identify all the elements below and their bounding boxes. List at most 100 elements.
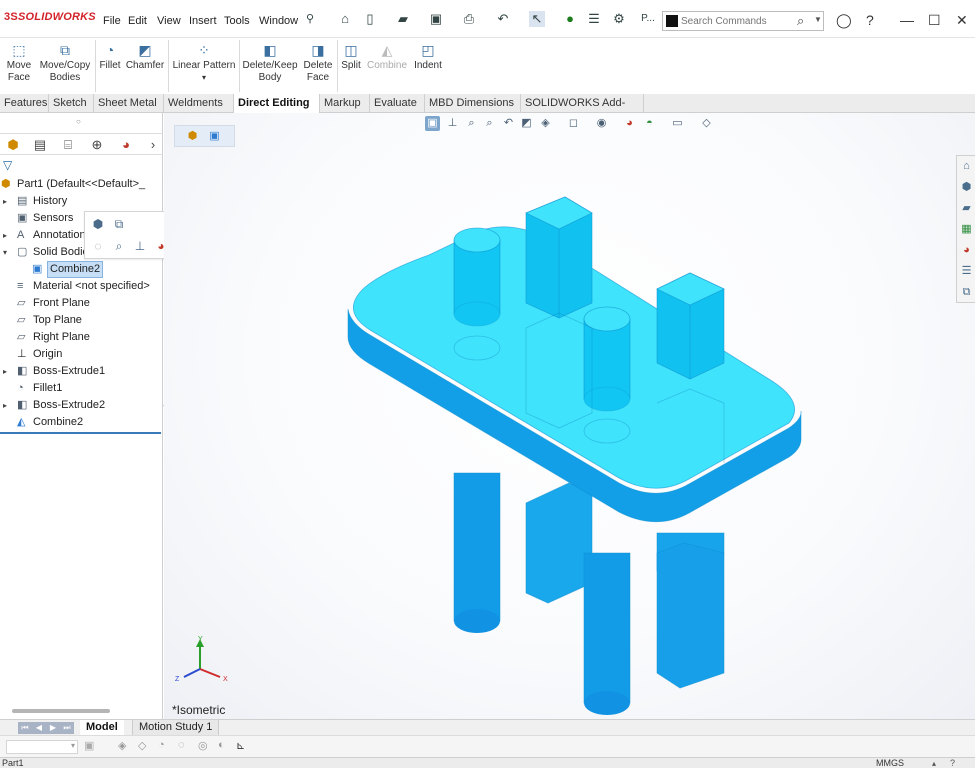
user-account-icon[interactable]: ◯ xyxy=(836,12,852,28)
tab-weldments[interactable]: Weldments xyxy=(164,94,234,113)
rollback-bar[interactable] xyxy=(0,432,161,434)
chevron-down-icon[interactable]: ▾ xyxy=(202,73,206,82)
tab-sheet-metal[interactable]: Sheet Metal xyxy=(94,94,164,113)
chevron-right-icon[interactable]: › xyxy=(142,136,164,154)
tree-item-boss-extrude2[interactable]: ▸ ◧ Boss-Extrude2 xyxy=(0,397,163,414)
home-icon[interactable]: ⌂ xyxy=(337,11,353,27)
menu-file[interactable]: File xyxy=(103,15,121,27)
chevron-down-icon[interactable]: ▼ xyxy=(814,15,822,24)
copy-body-icon[interactable]: ⧉ xyxy=(111,216,127,232)
menu-tools[interactable]: Tools xyxy=(224,15,250,27)
combine2-solid-body[interactable] xyxy=(347,196,802,715)
dimxpert-tab-icon[interactable]: ⊕ xyxy=(86,136,108,154)
open-folder-icon[interactable]: ▰ xyxy=(395,11,411,27)
sketch-trim-icon[interactable]: ◌ xyxy=(178,739,185,751)
configuration-dropdown[interactable]: ▾ xyxy=(6,740,78,754)
tree-item-history[interactable]: ▸ ▤ History xyxy=(0,193,163,210)
property-manager-tab-icon[interactable]: ▤ xyxy=(29,136,51,154)
sketch-grid-icon[interactable]: ⊾ xyxy=(236,739,245,752)
zoom-to-selection-icon[interactable]: ⌕ xyxy=(111,238,127,254)
move-face-button[interactable]: ⬚ Move Face xyxy=(4,42,34,84)
edit-body-icon[interactable]: ⬢ xyxy=(90,216,106,232)
undo-icon[interactable]: ↶ xyxy=(495,11,511,27)
solidworks-resources-icon[interactable]: ⌂ xyxy=(959,159,974,174)
combine-button[interactable]: ◭ Combine xyxy=(366,42,408,72)
rebuild-icon[interactable]: ● xyxy=(562,11,578,27)
minimize-icon[interactable]: — xyxy=(900,12,914,28)
close-icon[interactable]: ✕ xyxy=(956,12,968,28)
tab-motion-study-1[interactable]: Motion Study 1 xyxy=(132,720,220,736)
search-commands-box[interactable]: ⌕ ▼ xyxy=(662,11,824,31)
display-icon[interactable]: ▣ xyxy=(84,739,94,752)
indent-button[interactable]: ◰ Indent xyxy=(411,42,445,72)
tree-item-combine2-body[interactable]: ▣ Combine2 xyxy=(0,261,163,278)
tree-item-fillet1[interactable]: ◔ Fillet1 xyxy=(0,380,163,397)
tree-item-combine2-feature[interactable]: ◭ Combine2 xyxy=(0,414,163,431)
tree-item-front-plane[interactable]: ▱ Front Plane xyxy=(0,295,163,312)
model-viewport[interactable] xyxy=(164,113,975,719)
move-copy-bodies-button[interactable]: ⧉ Move/Copy Bodies xyxy=(37,42,93,84)
help-icon[interactable]: ? xyxy=(866,12,874,28)
expand-arrow-icon[interactable]: ▸ xyxy=(3,193,11,210)
tree-item-boss-extrude1[interactable]: ▸ ◧ Boss-Extrude1 xyxy=(0,363,163,380)
save-icon[interactable]: ▣ xyxy=(428,11,444,27)
tree-part-root[interactable]: ⬢ Part1 (Default<<Default>_ xyxy=(0,176,163,193)
print-icon[interactable]: ⎙ xyxy=(461,11,477,27)
expand-arrow-icon[interactable]: ▸ xyxy=(3,363,11,380)
horizontal-scrollbar[interactable] xyxy=(12,709,110,713)
previous-tab-icon[interactable]: ◀ xyxy=(32,722,46,734)
help-status-icon[interactable]: ? xyxy=(950,758,955,768)
tab-features[interactable]: Features xyxy=(0,94,49,113)
fillet-button[interactable]: ◔ Fillet xyxy=(97,42,123,72)
appearances-icon[interactable]: ◕ xyxy=(959,243,974,258)
tab-mbd-dimensions[interactable]: MBD Dimensions xyxy=(425,94,521,113)
first-tab-icon[interactable]: ⏮ xyxy=(18,722,32,734)
menu-window[interactable]: Window xyxy=(259,15,298,27)
custom-properties-icon[interactable]: ☰ xyxy=(959,264,974,279)
sketch-offset-icon[interactable]: ◎ xyxy=(198,739,208,752)
view-palette-icon[interactable]: ▦ xyxy=(959,222,974,237)
expand-arrow-icon[interactable]: ▸ xyxy=(3,227,11,244)
file-properties-icon[interactable]: ☰ xyxy=(586,11,602,27)
next-tab-icon[interactable]: ▶ xyxy=(46,722,60,734)
maximize-icon[interactable]: ☐ xyxy=(928,12,941,28)
linear-pattern-button[interactable]: ⁘ Linear Pattern ▾ xyxy=(171,42,237,84)
display-manager-tab-icon[interactable]: ◕ xyxy=(115,136,137,154)
last-tab-icon[interactable]: ⏭ xyxy=(60,722,74,734)
feature-tree-tab-icon[interactable]: ⬢ xyxy=(2,136,24,154)
delete-face-button[interactable]: ◨ Delete Face xyxy=(301,42,335,84)
chamfer-button[interactable]: ◩ Chamfer xyxy=(125,42,165,72)
configuration-manager-tab-icon[interactable]: ⌸ xyxy=(57,136,79,154)
search-input[interactable] xyxy=(681,14,799,28)
tab-scroll-buttons[interactable]: ⏮ ◀ ▶ ⏭ xyxy=(18,722,74,734)
graphics-area[interactable]: ⬢ ▣ ▣ ⊥ ⌕ ⌕ ↶ ◩ ◈ ◻ ◉ ◕ ◓ ▭ ◇ ▭ ▭ ▭ ✕ xyxy=(164,113,975,719)
menu-view[interactable]: View xyxy=(157,15,181,27)
quick-access-more[interactable]: P... xyxy=(638,11,658,27)
new-document-icon[interactable]: ▯ xyxy=(362,11,378,27)
forum-icon[interactable]: ⧉ xyxy=(959,285,974,300)
pin-icon[interactable]: ⚲ xyxy=(302,11,318,27)
filter-icon[interactable]: ▽ xyxy=(3,158,12,172)
tab-solidworks-add-ins[interactable]: SOLIDWORKS Add-Ins xyxy=(521,94,644,127)
options-gear-icon[interactable]: ⚙ xyxy=(611,11,627,27)
split-button[interactable]: ◫ Split xyxy=(339,42,363,72)
tree-item-material[interactable]: ≡ Material <not specified> xyxy=(0,278,163,295)
menu-edit[interactable]: Edit xyxy=(128,15,147,27)
delete-keep-body-button[interactable]: ◧ Delete/Keep Body xyxy=(242,42,298,84)
tab-evaluate[interactable]: Evaluate xyxy=(370,94,425,113)
tree-item-top-plane[interactable]: ▱ Top Plane xyxy=(0,312,163,329)
search-icon[interactable]: ⌕ xyxy=(797,13,804,29)
expand-arrow-icon[interactable]: ▸ xyxy=(3,397,11,414)
chevron-up-icon[interactable]: ▴ xyxy=(932,758,936,768)
tree-item-right-plane[interactable]: ▱ Right Plane xyxy=(0,329,163,346)
tab-markup[interactable]: Markup xyxy=(320,94,370,113)
unit-system-label[interactable]: MMGS xyxy=(876,758,904,768)
smart-dimension-icon[interactable]: ◈ xyxy=(118,739,126,752)
normal-to-icon[interactable]: ⊥ xyxy=(132,238,148,254)
tree-item-origin[interactable]: ⊥ Origin xyxy=(0,346,163,363)
file-explorer-icon[interactable]: ▰ xyxy=(959,201,974,216)
menu-insert[interactable]: Insert xyxy=(189,15,217,27)
tab-direct-editing[interactable]: Direct Editing xyxy=(234,94,320,113)
solidworks-logo[interactable]: 3SSOLIDWORKS xyxy=(4,11,96,23)
sketch-relations-icon[interactable]: ◇ xyxy=(138,739,146,752)
